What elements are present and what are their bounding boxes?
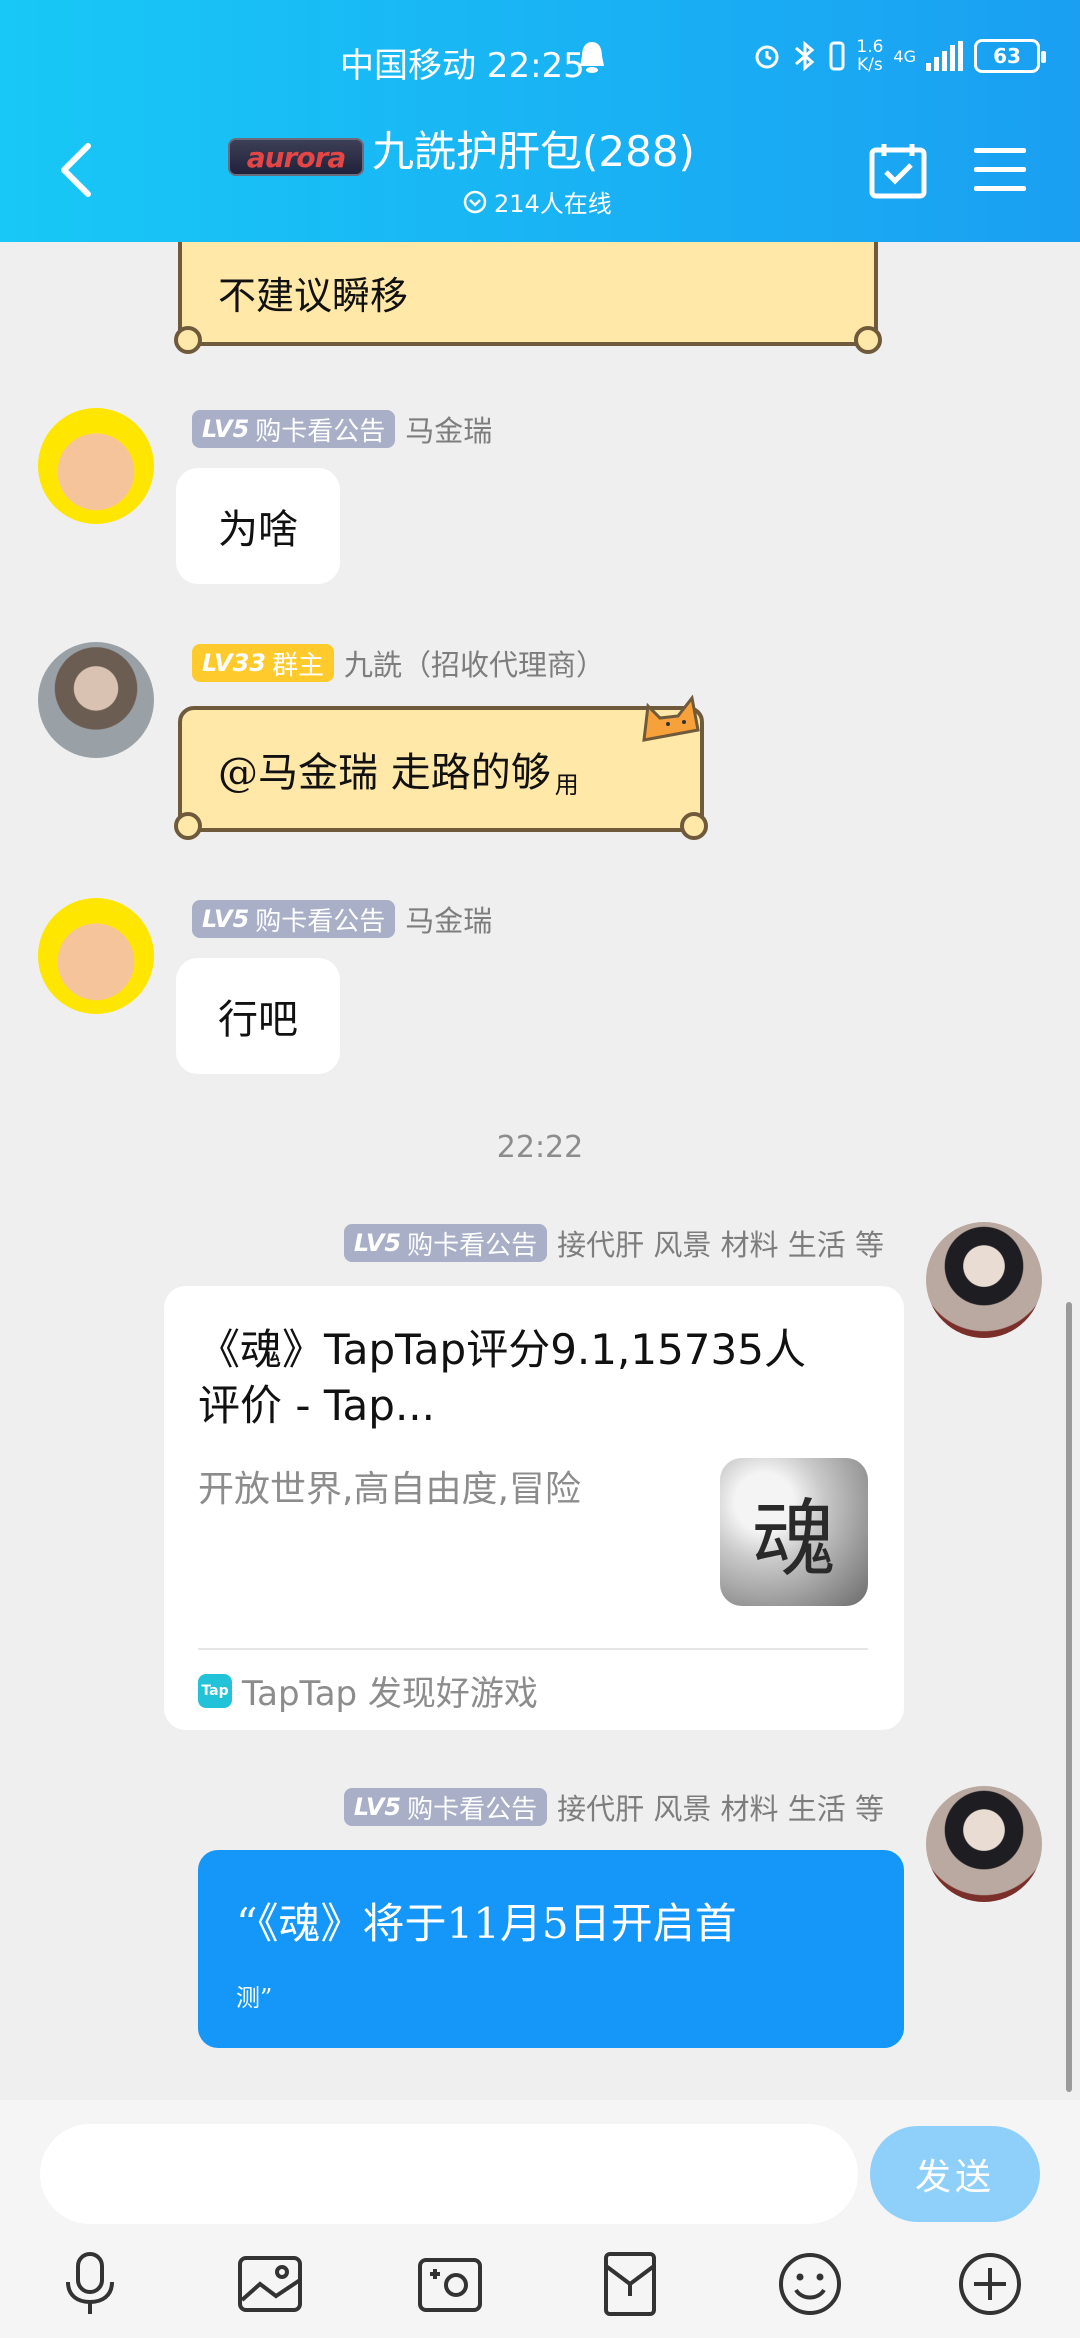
message-bubble[interactable]: 为啥 [176, 468, 340, 584]
back-icon[interactable] [56, 140, 96, 200]
red-packet-icon[interactable] [596, 2250, 664, 2318]
timestamp: 22:22 [496, 1130, 584, 1165]
message-bubble[interactable]: “《魂》将于11月5日开启首 测” [198, 1850, 904, 2048]
carrier-time: 中国移动 22:25 [340, 46, 585, 86]
sender-line: LV5 购卡看公告 接代肝 风景 材料 生活 等 [343, 1786, 884, 1828]
input-bar: 发送 [0, 2100, 1080, 2338]
sender-name[interactable]: 接代肝 风景 材料 生活 等 [557, 1222, 884, 1264]
scrollbar[interactable] [1066, 1302, 1072, 2092]
share-source: Tap TapTap 发现好游戏 [198, 1666, 538, 1715]
network-speed: 1.6 K/s [856, 37, 884, 75]
message-bubble[interactable]: @马金瑞 走路的够 用 [174, 706, 708, 840]
share-description: 开放世界,高自由度,冒险 [198, 1469, 581, 1510]
level-badge: LV5 购卡看公告 [192, 410, 396, 448]
battery-indicator: 63 [974, 39, 1046, 73]
message-bubble[interactable]: 行吧 [176, 958, 340, 1074]
aurora-logo: aurora [228, 138, 364, 176]
avatar[interactable] [38, 642, 154, 758]
menu-icon[interactable] [972, 146, 1028, 194]
chat-header: 中国移动 22:25 1.6 K/s 4G 63 aurora 九詵护肝包(28… [0, 0, 1080, 242]
qq-notification-icon [580, 42, 604, 73]
emoji-icon[interactable] [776, 2250, 844, 2318]
level-badge: LV33 群主 [192, 644, 334, 682]
online-count: 214人在线 [462, 184, 612, 219]
online-icon [463, 190, 487, 213]
toolbar [0, 2236, 1080, 2336]
status-bar: 中国移动 22:25 1.6 K/s 4G 63 [0, 34, 1080, 88]
sender-name[interactable]: 接代肝 风景 材料 生活 等 [557, 1786, 884, 1828]
share-thumbnail: 魂 [720, 1458, 868, 1606]
plus-icon[interactable] [956, 2250, 1024, 2318]
sender-line: LV33 群主 九詵（招收代理商） [192, 642, 605, 684]
alarm-icon [755, 45, 779, 69]
camera-icon[interactable] [416, 2250, 484, 2318]
share-title: 《魂》TapTap评分9.1,15735人评价 - Tap... [198, 1325, 806, 1430]
signal-icon [926, 41, 963, 71]
sender-line: LV5 购卡看公告 马金瑞 [192, 898, 492, 940]
calendar-check-icon[interactable] [868, 140, 928, 200]
sender-name[interactable]: 马金瑞 [405, 898, 492, 940]
cat-decoration-icon [642, 694, 700, 742]
status-right: 1.6 K/s 4G 63 [752, 37, 1046, 75]
sender-name[interactable]: 九詵（招收代理商） [344, 642, 605, 684]
group-name[interactable]: 九詵护肝包(288) [372, 118, 695, 179]
level-badge: LV5 购卡看公告 [192, 900, 396, 938]
avatar[interactable] [38, 898, 154, 1014]
avatar[interactable] [926, 1222, 1042, 1338]
level-badge: LV5 购卡看公告 [343, 1224, 548, 1262]
image-icon[interactable] [236, 2250, 304, 2318]
taptap-icon: Tap [198, 1673, 232, 1708]
share-card[interactable]: 《魂》TapTap评分9.1,15735人评价 - Tap... 开放世界,高自… [164, 1286, 904, 1730]
sender-line: LV5 购卡看公告 接代肝 风景 材料 生活 等 [343, 1222, 884, 1264]
level-badge: LV5 购卡看公告 [343, 1788, 548, 1826]
message-bubble[interactable]: 不建议瞬移 [174, 242, 882, 354]
avatar[interactable] [38, 408, 154, 524]
sender-name[interactable]: 马金瑞 [405, 408, 492, 450]
mic-icon[interactable] [56, 2250, 124, 2318]
chat-area[interactable]: 不建议瞬移 LV5 购卡看公告 马金瑞 为啥 LV33 群主 九詵（招收代理商） @… [0, 242, 1080, 2100]
card-divider [198, 1648, 868, 1650]
sender-line: LV5 购卡看公告 马金瑞 [192, 408, 492, 450]
vibrate-icon [829, 41, 845, 71]
avatar[interactable] [926, 1786, 1042, 1902]
message-input[interactable] [40, 2124, 858, 2224]
network-type: 4G [893, 46, 916, 66]
send-button[interactable]: 发送 [870, 2126, 1040, 2222]
bluetooth-icon [795, 40, 815, 72]
